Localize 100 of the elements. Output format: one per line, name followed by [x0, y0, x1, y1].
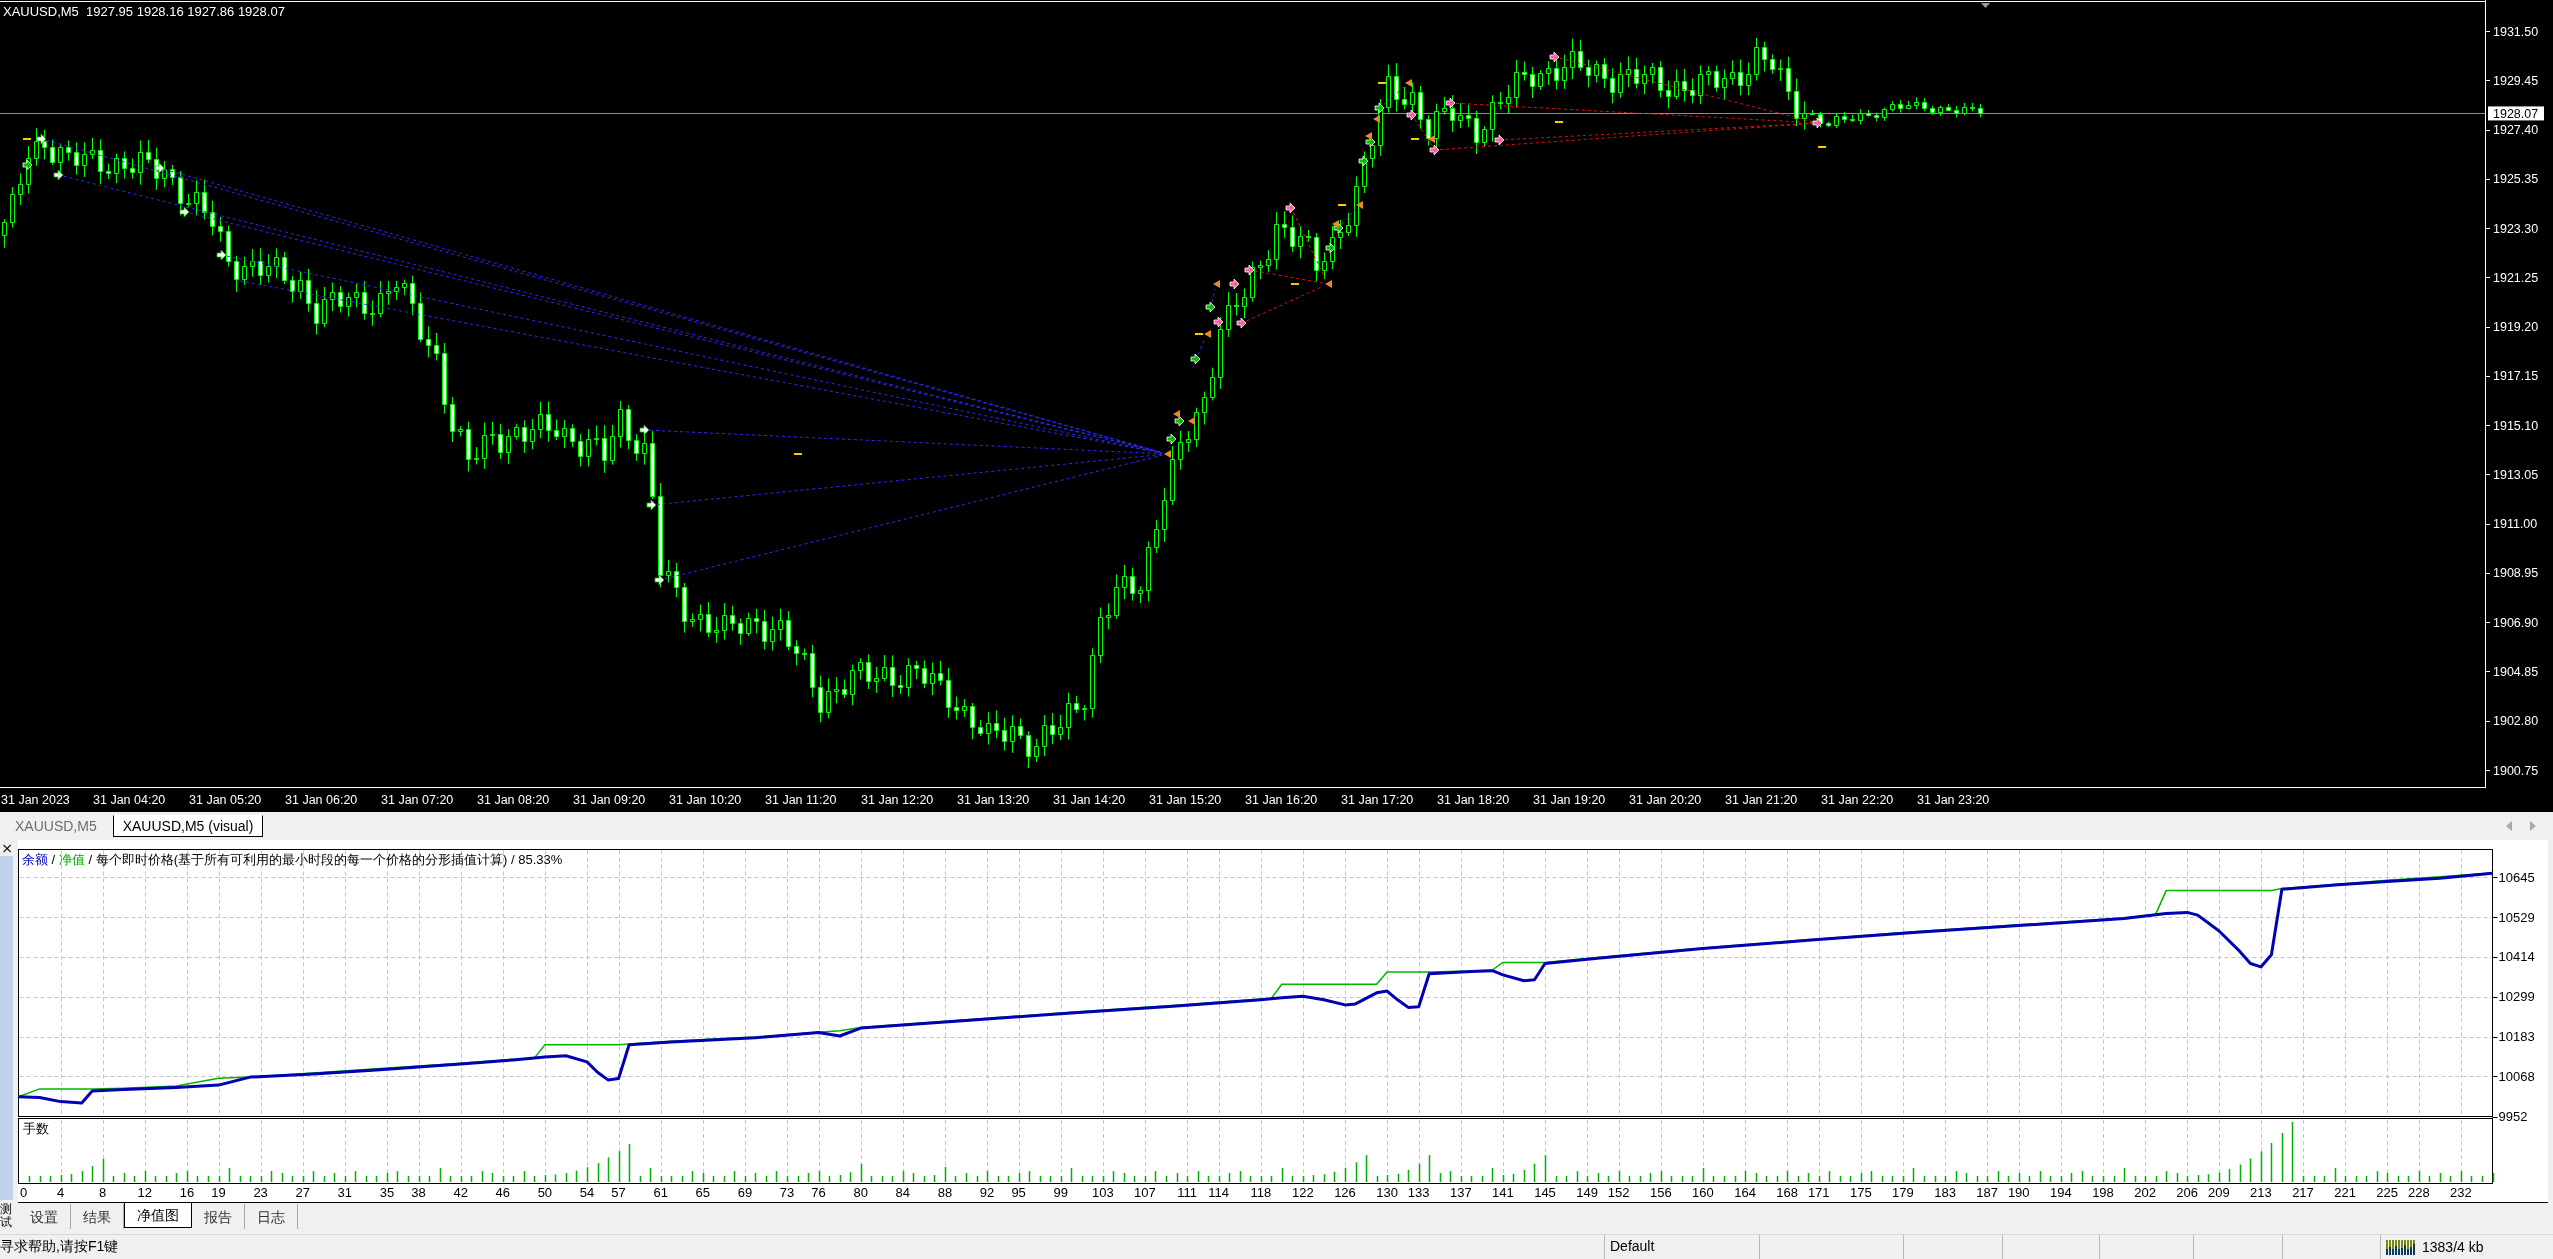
- x-axis-label: 190: [2007, 1185, 2030, 1200]
- time-label: 31 Jan 18:20: [1437, 793, 1510, 807]
- x-axis-label: 111: [1177, 1185, 1197, 1200]
- x-axis-label: 213: [2250, 1185, 2272, 1200]
- x-axis-label: 73: [779, 1185, 795, 1200]
- price-label: 1925.35: [2493, 172, 2539, 187]
- x-axis-label: 221: [2334, 1185, 2356, 1200]
- price-label: 1917.15: [2493, 369, 2539, 384]
- y-axis-label: 10299: [2498, 989, 2535, 1005]
- x-axis-label: 130: [1376, 1185, 1398, 1200]
- time-label: 31 Jan 12:20: [861, 793, 934, 807]
- x-axis-label: 175: [1850, 1185, 1872, 1200]
- price-label: 1931.50: [2493, 24, 2539, 39]
- y-axis-label: 10414: [2498, 949, 2535, 965]
- time-label: 31 Jan 07:20: [381, 793, 454, 807]
- x-axis-label: 232: [2450, 1185, 2472, 1200]
- y-axis-label: 10529: [2498, 909, 2535, 925]
- current-price-label: 1928.07: [2488, 106, 2544, 121]
- x-axis-label: 145: [1534, 1185, 1556, 1200]
- price-label: 1911.00: [2493, 517, 2538, 532]
- x-axis-label: 65: [695, 1185, 711, 1200]
- y-axis-label: 10068: [2498, 1068, 2535, 1084]
- time-label: 31 Jan 20:20: [1629, 793, 1702, 807]
- x-axis-label: 8: [99, 1185, 107, 1200]
- price-label: 1902.80: [2493, 714, 2539, 729]
- price-label: 1913.05: [2493, 467, 2539, 482]
- x-axis-label: 164: [1734, 1185, 1756, 1200]
- price-label: 1908.95: [2493, 566, 2539, 581]
- x-axis-label: 69: [737, 1185, 753, 1200]
- price-label: 1927.40: [2493, 123, 2539, 138]
- lots-panel-title: 手数: [23, 1121, 49, 1136]
- x-axis-label: 118: [1250, 1185, 1272, 1200]
- y-axis-label: 9952: [2498, 1109, 2528, 1124]
- x-axis-label: 103: [1092, 1185, 1114, 1200]
- time-label: 31 Jan 2023: [1, 793, 70, 807]
- time-label: 31 Jan 22:20: [1821, 793, 1894, 807]
- y-axis-label: 10645: [2498, 869, 2535, 885]
- time-label: 31 Jan 17:20: [1341, 793, 1414, 807]
- x-axis-label: 171: [1807, 1185, 1830, 1200]
- time-label: 31 Jan 08:20: [477, 793, 550, 807]
- time-label: 31 Jan 23:20: [1917, 793, 1990, 807]
- x-axis-label: 122: [1292, 1185, 1314, 1200]
- x-axis-label: 27: [295, 1185, 310, 1200]
- chart-legend: 余额 / 净值 / 每个即时价格(基于所有可利用的最小时段的每一个价格的分形插值计算) / 85.33%: [22, 852, 563, 867]
- x-axis-label: 194: [2050, 1185, 2072, 1200]
- price-label: 1904.85: [2493, 664, 2539, 679]
- price-label: 1923.30: [2493, 221, 2539, 236]
- x-axis-label: 38: [411, 1185, 426, 1200]
- x-axis-label: 4: [57, 1185, 65, 1200]
- time-label: 31 Jan 21:20: [1725, 793, 1798, 807]
- x-axis-label: 88: [937, 1185, 953, 1200]
- x-axis-label: 0: [19, 1185, 28, 1200]
- x-axis-label: 160: [1692, 1185, 1714, 1200]
- x-axis-label: 99: [1053, 1185, 1068, 1200]
- price-label: 1919.20: [2493, 320, 2539, 335]
- chart-title: XAUUSD,M5 1927.95 1928.16 1927.86 1928.07: [3, 4, 285, 20]
- x-axis-label: 57: [611, 1185, 626, 1200]
- x-axis-label: 133: [1407, 1185, 1430, 1200]
- x-axis-label: 19: [211, 1185, 226, 1200]
- time-label: 31 Jan 06:20: [285, 793, 358, 807]
- x-axis-label: 61: [653, 1185, 668, 1200]
- x-axis-label: 107: [1134, 1185, 1156, 1200]
- x-axis-label: 76: [811, 1185, 826, 1200]
- x-axis-label: 31: [337, 1185, 353, 1200]
- time-label: 31 Jan 16:20: [1245, 793, 1318, 807]
- time-label: 31 Jan 15:20: [1149, 793, 1222, 807]
- x-axis-label: 202: [2134, 1185, 2156, 1200]
- x-axis-label: 179: [1892, 1185, 1914, 1200]
- price-label: 1900.75: [2493, 763, 2539, 778]
- status-help-text: 寻求帮助,请按F1键: [0, 1237, 120, 1256]
- x-axis-label: 149: [1576, 1185, 1598, 1200]
- x-axis-label: 84: [895, 1185, 911, 1200]
- x-axis-label: 126: [1334, 1185, 1356, 1200]
- x-axis-label: 217: [2292, 1185, 2314, 1200]
- x-axis-label: 42: [453, 1185, 468, 1200]
- x-axis-label: 168: [1776, 1185, 1798, 1200]
- price-label: 1921.25: [2493, 270, 2539, 285]
- x-axis-label: 23: [253, 1185, 268, 1200]
- x-axis-label: 183: [1934, 1185, 1956, 1200]
- x-axis-label: 228: [2407, 1185, 2430, 1200]
- x-axis-label: 12: [137, 1185, 153, 1200]
- price-label: 1929.45: [2493, 73, 2539, 88]
- x-axis-label: 54: [579, 1185, 595, 1200]
- x-axis-label: 206: [2176, 1185, 2199, 1200]
- x-axis-label: 50: [537, 1185, 553, 1200]
- time-label: 31 Jan 19:20: [1533, 793, 1606, 807]
- time-label: 31 Jan 05:20: [189, 793, 262, 807]
- x-axis-label: 141: [1492, 1185, 1514, 1200]
- x-axis-label: 80: [853, 1185, 868, 1200]
- x-axis-label: 137: [1449, 1185, 1472, 1200]
- time-label: 31 Jan 11:20: [765, 793, 837, 807]
- time-label: 31 Jan 13:20: [957, 793, 1030, 807]
- price-label: 1915.10: [2493, 418, 2539, 433]
- price-label: 1906.90: [2493, 615, 2539, 630]
- x-axis-label: 95: [1011, 1185, 1026, 1200]
- y-axis-label: 10183: [2498, 1029, 2535, 1045]
- time-label: 31 Jan 10:20: [669, 793, 742, 807]
- panel-title: 测试: [0, 1202, 12, 1231]
- traffic-text: 1383/4 kb: [2422, 1237, 2484, 1257]
- x-axis-label: 209: [2207, 1185, 2230, 1200]
